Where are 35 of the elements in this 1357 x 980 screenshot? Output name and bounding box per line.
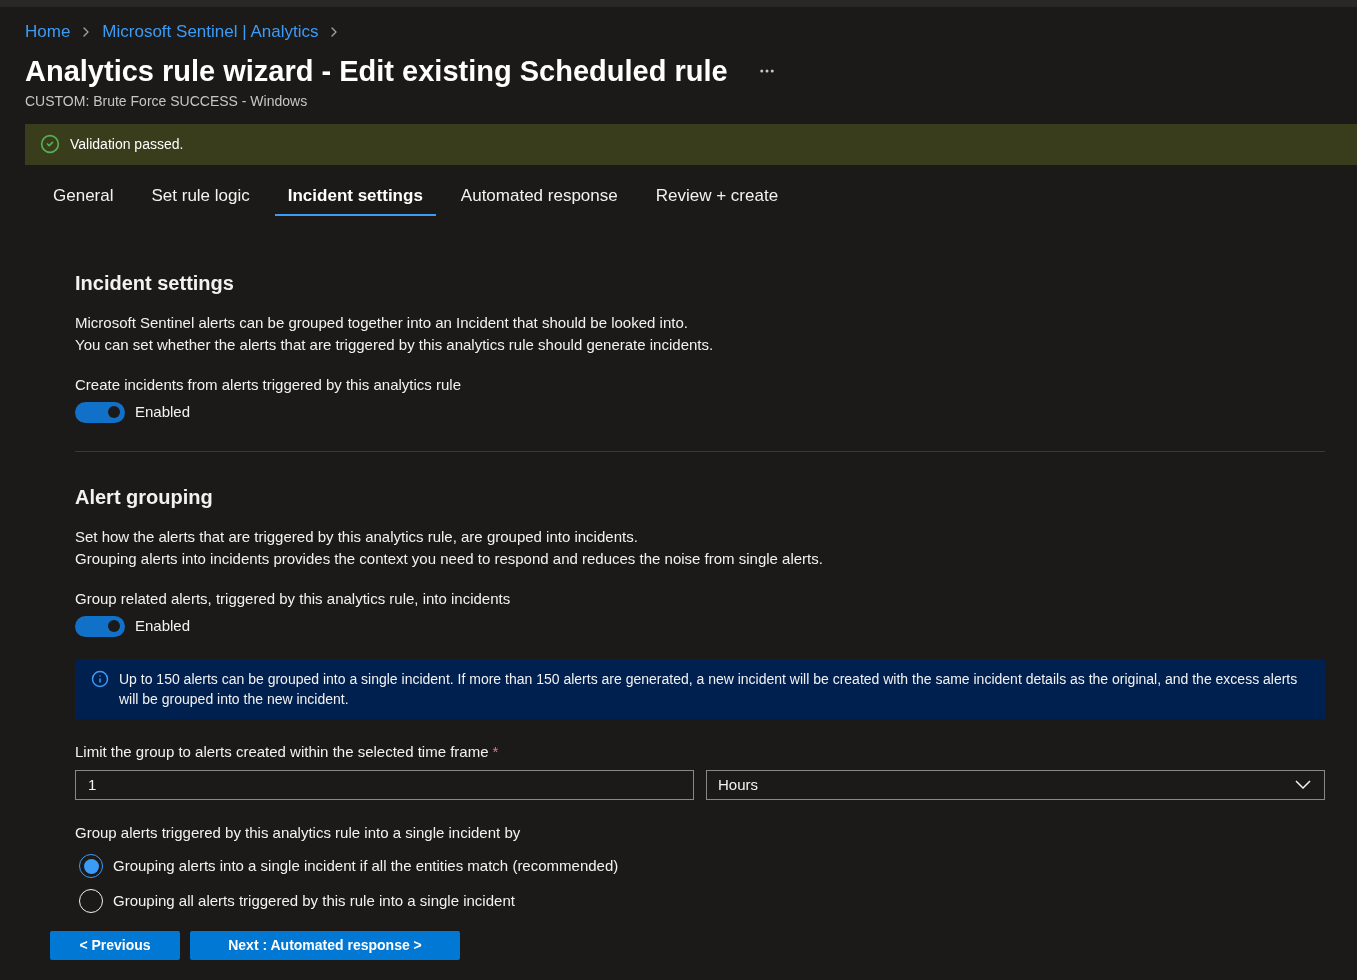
- next-button[interactable]: Next : Automated response >: [190, 931, 460, 961]
- required-mark: *: [492, 742, 499, 763]
- tab[interactable]: Automated response: [447, 174, 631, 217]
- breadcrumb-link[interactable]: Microsoft Sentinel | Analytics: [102, 19, 319, 45]
- time-unit-dropdown[interactable]: Hours: [706, 769, 1325, 800]
- tab[interactable]: General: [40, 174, 127, 217]
- tab[interactable]: Incident settings: [274, 174, 436, 217]
- toggle-switch[interactable]: [75, 401, 125, 423]
- description-text: Microsoft Sentinel alerts can be grouped together into an Incident that should be looked into.: [75, 313, 689, 334]
- page-title: Analytics rule wizard - Edit existing Scheduled rule: [25, 53, 728, 89]
- toggle-state-text: Enabled: [135, 401, 191, 422]
- breadcrumb-link[interactable]: Home: [25, 19, 71, 45]
- description-text: Grouping alerts into incidents provides the context you need to respond and reduces the noise from single alerts.: [75, 549, 824, 570]
- tab[interactable]: Set rule logic: [138, 174, 263, 217]
- info-icon: [91, 670, 109, 689]
- section-heading: Alert grouping: [75, 485, 214, 511]
- description-text: Set how the alerts that are triggered by this analytics rule, are grouped into incidents.: [75, 527, 639, 548]
- radio-label: Grouping all alerts triggered by this rule into a single incident: [113, 891, 515, 911]
- field-label: Limit the group to alerts created within the selected time frame: [75, 742, 489, 763]
- validation-message: Validation passed.: [70, 134, 184, 154]
- tab[interactable]: Review + create: [642, 174, 792, 217]
- radio-label: Grouping alerts into a single incident if all the entities match (recommended): [113, 856, 619, 876]
- check-circle-icon: [40, 134, 60, 155]
- toggle-switch[interactable]: [75, 615, 125, 637]
- toggle-label: Create incidents from alerts triggered by this analytics rule: [75, 375, 462, 396]
- toggle-state-text: Enabled: [135, 615, 191, 636]
- section-heading: Incident settings: [75, 271, 235, 297]
- description-text: You can set whether the alerts that are triggered by this analytics rule should generate incidents.: [75, 335, 715, 356]
- previous-button[interactable]: < Previous: [50, 931, 180, 961]
- toggle-label: Group related alerts, triggered by this analytics rule, into incidents: [75, 589, 512, 610]
- field-label: Group alerts triggered by this analytics rule into a single incident by: [75, 822, 522, 843]
- page-subtitle: CUSTOM: Brute Force SUCCESS - Windows: [24, 91, 309, 111]
- info-text: Up to 150 alerts can be grouped into a single incident. If more than 150 alerts are generated, a new incident will be created with the same incident details as the original, and the excess alerts will be grouped into the new incident.: [119, 670, 1299, 710]
- chevron-down-icon: [1295, 780, 1311, 790]
- time-value-field[interactable]: 1: [75, 769, 694, 800]
